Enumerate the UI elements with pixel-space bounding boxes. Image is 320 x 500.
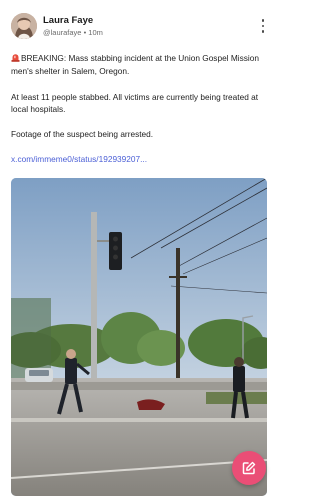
post-video-thumbnail[interactable] — [11, 178, 267, 496]
post-time: 10m — [88, 28, 103, 37]
post-text-breaking: BREAKING: Mass stabbing incident at the … — [11, 52, 269, 77]
breaking-text: BREAKING: Mass stabbing incident at the … — [11, 53, 259, 76]
avatar-image — [11, 13, 37, 39]
meta-separator: • — [83, 28, 87, 37]
post-header: Laura Faye @laurafaye • 10m — [0, 0, 278, 52]
post-text-victims: At least 11 people stabbed. All victims … — [11, 92, 259, 114]
rotating-light-icon — [11, 53, 21, 65]
author-name[interactable]: Laura Faye — [43, 15, 93, 26]
compose-button[interactable] — [232, 451, 266, 485]
author-meta: @laurafaye • 10m — [43, 28, 103, 37]
compose-icon — [242, 461, 256, 475]
avatar[interactable] — [11, 13, 37, 39]
post-text-footage: Footage of the suspect being arrested. — [11, 129, 154, 139]
more-vertical-icon[interactable] — [259, 19, 267, 33]
street-scene-image — [11, 178, 267, 496]
author-handle[interactable]: @laurafaye — [43, 28, 81, 37]
status-link[interactable]: x.com/immeme0/status/192939207... — [11, 154, 147, 164]
